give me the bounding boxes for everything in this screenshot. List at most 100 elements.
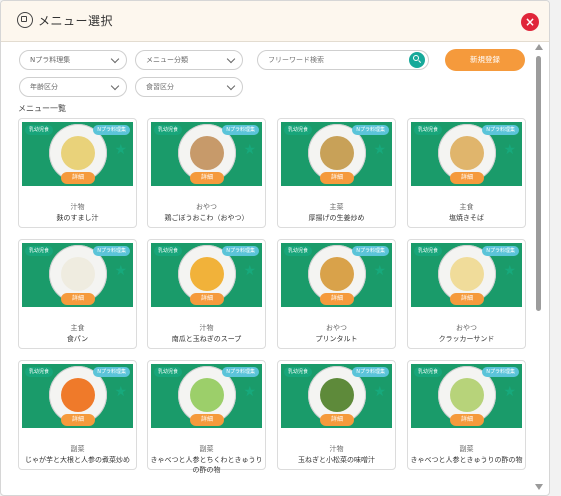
menu-name: きゃべつと人参ときゅうりの酢の物	[410, 456, 523, 464]
menu-card[interactable]: 乳幼児食 Nプラ料理集 ★ 詳細 主食 塩焼きそば	[407, 118, 526, 228]
meal-category-select-value: 食習区分	[146, 83, 174, 91]
favorite-star-icon[interactable]: ★	[243, 264, 256, 278]
age-group-select-value: 年齢区分	[30, 83, 58, 91]
menu-card[interactable]: 乳幼児食 Nプラ料理集 ★ 詳細 おやつ クラッカーサンド	[407, 239, 526, 349]
menu-grid: 乳幼児食 Nプラ料理集 ★ 詳細 汁物 麩のすまし汁 乳幼児食 Nプラ料理集 ★ 詳細 おやつ 鶏ごぼ…	[18, 118, 533, 493]
menu-photo: 乳幼児食 Nプラ料理集 ★ 詳細	[151, 243, 262, 307]
cookbook-badge: Nプラ料理集	[482, 125, 519, 135]
menu-card[interactable]: 乳幼児食 Nプラ料理集 ★ 詳細 汁物 南瓜と玉ねぎのスープ	[147, 239, 266, 349]
cookbook-badge: Nプラ料理集	[482, 367, 519, 377]
menu-category: おやつ	[326, 324, 347, 332]
menu-card[interactable]: 乳幼児食 Nプラ料理集 ★ 詳細 汁物 玉ねぎと小松菜の味噌汁	[277, 360, 396, 470]
scrollbar-thumb[interactable]	[536, 56, 541, 311]
menu-photo: 乳幼児食 Nプラ料理集 ★ 詳細	[411, 364, 522, 428]
cookbook-badge: Nプラ料理集	[93, 246, 130, 256]
detail-button[interactable]: 詳細	[320, 414, 354, 426]
menu-category: 主食	[459, 203, 474, 211]
search-button[interactable]	[409, 52, 425, 68]
cookbook-select[interactable]: Nプラ料理集	[19, 50, 127, 70]
menu-photo: 乳幼児食 Nプラ料理集 ★ 詳細	[411, 122, 522, 186]
infant-food-badge: 乳幼児食	[25, 125, 54, 135]
food-image	[450, 257, 484, 291]
detail-button[interactable]: 詳細	[450, 172, 484, 184]
menu-card[interactable]: 乳幼児食 Nプラ料理集 ★ 詳細汁物麩のすまし汁	[18, 118, 137, 228]
menu-category: 汁物	[199, 324, 214, 332]
infant-food-badge: 乳幼児食	[414, 125, 443, 135]
favorite-star-icon[interactable]: ★	[503, 143, 516, 157]
menu-photo: 乳幼児食 Nプラ料理集 ★ 詳細	[22, 364, 133, 428]
detail-button[interactable]: 詳細	[190, 172, 224, 184]
cookbook-badge: Nプラ料理集	[93, 367, 130, 377]
menu-photo: 乳幼児食 Nプラ料理集 ★ 詳細	[281, 122, 392, 186]
favorite-star-icon[interactable]: ★	[503, 264, 516, 278]
menu-name: 玉ねぎと小松菜の味噌汁	[298, 456, 375, 464]
infant-food-badge: 乳幼児食	[154, 367, 183, 377]
search-input[interactable]	[257, 50, 429, 70]
meal-category-select[interactable]: 食習区分	[135, 77, 243, 97]
detail-button[interactable]: 詳細	[450, 414, 484, 426]
menu-photo: 乳幼児食 Nプラ料理集 ★ 詳細	[411, 243, 522, 307]
favorite-star-icon[interactable]: ★	[373, 143, 386, 157]
food-image	[320, 257, 354, 291]
close-button[interactable]: ×	[521, 13, 539, 31]
menu-card[interactable]: 乳幼児食 Nプラ料理集 ★ 詳細 おやつ プリンタルト	[277, 239, 396, 349]
menu-card[interactable]: 乳幼児食 Nプラ料理集 ★ 詳細 副菜 じゃが芋と大根と人参の煮菜炒め	[18, 360, 137, 470]
detail-button[interactable]: 詳細	[320, 293, 354, 305]
menu-name: 南瓜と玉ねぎのスープ	[171, 335, 242, 343]
favorite-star-icon[interactable]: ★	[373, 264, 386, 278]
menu-category: 副菜	[459, 445, 474, 453]
menu-category: 副菜	[199, 445, 214, 453]
favorite-star-icon[interactable]: ★	[243, 143, 256, 157]
menu-category: 主食	[70, 324, 85, 332]
favorite-star-icon[interactable]: ★	[243, 385, 256, 399]
food-image	[61, 257, 95, 291]
detail-button[interactable]: 詳細	[190, 414, 224, 426]
infant-food-badge: 乳幼児食	[25, 246, 54, 256]
detail-button[interactable]: 詳細	[61, 414, 95, 426]
age-group-select[interactable]: 年齢区分	[19, 77, 127, 97]
dialog-header: メニュー選択 ×	[1, 1, 549, 42]
detail-button[interactable]: 詳細	[320, 172, 354, 184]
food-image	[61, 136, 95, 170]
menu-card[interactable]: 乳幼児食 Nプラ料理集 ★ 詳細 副菜 きゃべつと人参とちくわときゅうりの酢の物	[147, 360, 266, 474]
infant-food-badge: 乳幼児食	[154, 246, 183, 256]
food-image	[61, 378, 95, 412]
food-image	[190, 257, 224, 291]
detail-button[interactable]: 詳細	[190, 293, 224, 305]
infant-food-badge: 乳幼児食	[284, 246, 313, 256]
detail-button[interactable]: 詳細	[450, 293, 484, 305]
menu-name: 厚揚げの生姜炒め	[308, 214, 365, 222]
menu-card[interactable]: 乳幼児食 Nプラ料理集 ★ 詳細 おやつ 鶏ごぼうおこわ（おやつ）	[147, 118, 266, 228]
chevron-down-icon	[110, 54, 120, 64]
cookbook-badge: Nプラ料理集	[222, 125, 259, 135]
favorite-star-icon[interactable]: ★	[114, 264, 127, 278]
infant-food-badge: 乳幼児食	[25, 367, 54, 377]
menu-category: 副菜	[70, 445, 85, 453]
detail-button[interactable]: 詳細	[61, 293, 95, 305]
chevron-down-icon	[226, 54, 236, 64]
register-button[interactable]: 新規登録	[445, 49, 525, 71]
menu-category: おやつ	[456, 324, 477, 332]
menu-icon	[17, 12, 33, 28]
cookbook-select-value: Nプラ料理集	[30, 56, 71, 64]
dialog-title: メニュー選択	[38, 14, 114, 28]
favorite-star-icon[interactable]: ★	[373, 385, 386, 399]
favorite-star-icon[interactable]: ★	[114, 143, 127, 157]
favorite-star-icon[interactable]: ★	[114, 385, 127, 399]
menu-category: 汁物	[70, 203, 85, 211]
cookbook-badge: Nプラ料理集	[93, 125, 130, 135]
detail-button[interactable]: 詳細	[61, 172, 95, 184]
menu-name: 麩のすまし汁	[56, 214, 99, 222]
menu-photo: 乳幼児食 Nプラ料理集 ★ 詳細	[22, 243, 133, 307]
menu-card[interactable]: 乳幼児食 Nプラ料理集 ★ 詳細 主食 食パン	[18, 239, 137, 349]
scroll-down-arrow-icon[interactable]	[535, 484, 543, 490]
food-image	[450, 136, 484, 170]
favorite-star-icon[interactable]: ★	[503, 385, 516, 399]
menu-card[interactable]: 乳幼児食 Nプラ料理集 ★ 詳細 主菜 厚揚げの生姜炒め	[277, 118, 396, 228]
menu-category-select[interactable]: メニュー分類	[135, 50, 243, 70]
food-image	[190, 136, 224, 170]
infant-food-badge: 乳幼児食	[414, 246, 443, 256]
menu-card[interactable]: 乳幼児食 Nプラ料理集 ★ 詳細 副菜 きゃべつと人参ときゅうりの酢の物	[407, 360, 526, 470]
scroll-up-arrow-icon[interactable]	[535, 44, 543, 50]
scrollbar[interactable]	[534, 44, 544, 492]
